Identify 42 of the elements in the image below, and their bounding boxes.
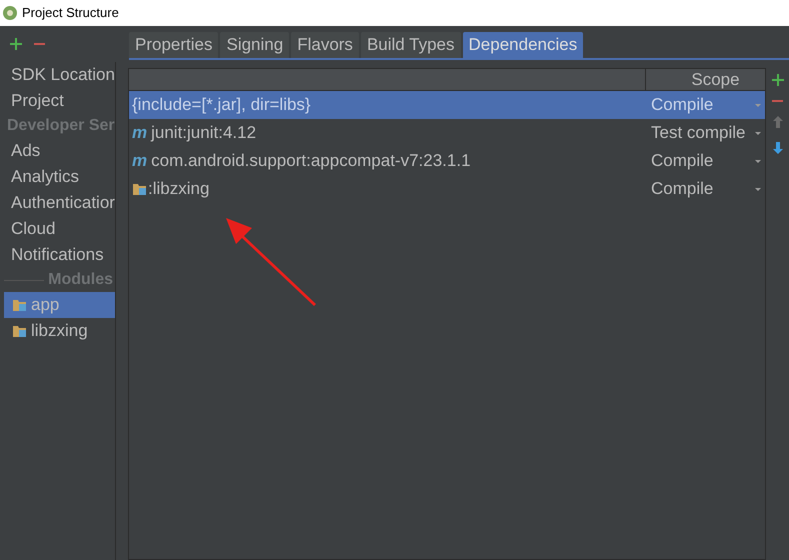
sidebar-item[interactable]: Analytics <box>4 164 115 190</box>
maven-icon: m <box>132 120 148 146</box>
dropdown-icon[interactable] <box>755 188 761 190</box>
sidebar-item[interactable]: Cloud <box>4 216 115 242</box>
scope-value: Test compile <box>651 122 746 144</box>
maven-icon: m <box>132 148 148 174</box>
table-row[interactable]: {include=[*.jar], dir=libs} Compile <box>129 91 765 119</box>
sidebar-item[interactable]: Authenticatior <box>4 190 115 216</box>
down-arrow-icon[interactable] <box>772 142 782 154</box>
tab[interactable]: Flavors <box>291 32 359 58</box>
dependency-name: junit:junit:4.12 <box>151 122 256 144</box>
window-title: Project Structure <box>22 4 119 22</box>
module-icon <box>132 182 148 196</box>
tab[interactable]: Dependencies <box>462 32 584 58</box>
dependency-name: {include=[*.jar], dir=libs} <box>132 94 311 116</box>
scope-value: Compile <box>651 150 714 172</box>
dropdown-icon[interactable] <box>755 132 761 134</box>
scope-value: Compile <box>651 94 714 116</box>
scope-value: Compile <box>651 178 714 200</box>
column-header[interactable]: Scope <box>646 69 765 90</box>
up-arrow-icon[interactable] <box>772 116 782 128</box>
module-icon <box>12 298 28 312</box>
table-row[interactable]: m junit:junit:4.12 Test compile <box>129 119 765 147</box>
module-icon <box>12 324 28 338</box>
tab[interactable]: Properties <box>129 32 218 58</box>
dropdown-icon[interactable] <box>755 160 761 162</box>
module-item[interactable]: libzxing <box>4 318 115 344</box>
table-row[interactable]: m com.android.support:appcompat-v7:23.1.1 Compile <box>129 147 765 175</box>
sidebar-item[interactable]: SDK Location <box>4 62 115 88</box>
tab[interactable]: Build Types <box>360 32 461 58</box>
tab[interactable]: Signing <box>220 32 290 58</box>
sidebar-item[interactable]: Ads <box>4 138 115 164</box>
module-label: app <box>31 294 60 316</box>
dependency-name: :libzxing <box>148 178 210 200</box>
sidebar-item[interactable]: Notifications <box>4 242 115 268</box>
dependency-name: com.android.support:appcompat-v7:23.1.1 <box>151 150 471 172</box>
add-icon[interactable] <box>10 38 22 50</box>
sidebar-item[interactable]: Project <box>4 88 115 114</box>
table-row[interactable]: :libzxing Compile <box>129 175 765 203</box>
add-icon[interactable] <box>772 74 784 86</box>
app-icon <box>3 6 17 20</box>
module-label: libzxing <box>31 320 88 342</box>
